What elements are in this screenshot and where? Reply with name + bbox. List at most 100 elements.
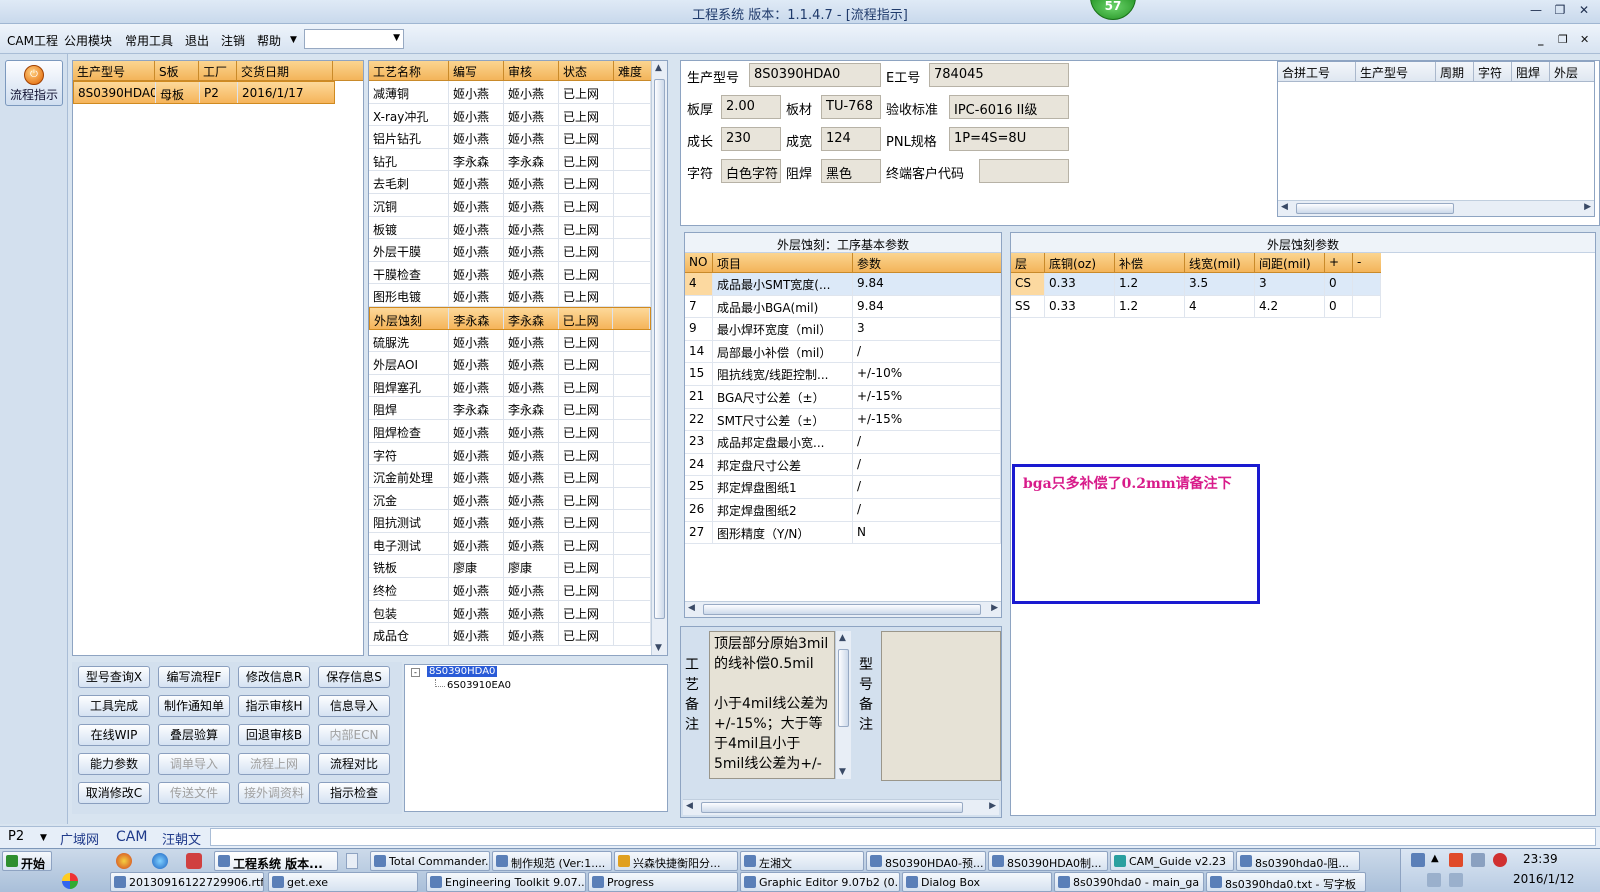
capability-button[interactable]: 能力参数 (78, 753, 150, 775)
table-row[interactable]: 21 BGA尺寸公差（±） +/-15% (685, 385, 1001, 409)
import-info-button[interactable]: 信息导入 (318, 695, 390, 717)
taskbar-item[interactable]: Graphic Editor 9.07b2 (0... (740, 872, 900, 892)
maximize-icon[interactable]: ❐ (1550, 3, 1570, 17)
taskbar-item[interactable]: 左湘文 (740, 851, 864, 871)
order-import-button[interactable]: 调单导入 (158, 753, 230, 775)
tree-child[interactable]: 6S03910EA0 (447, 680, 511, 691)
model-query-button[interactable]: 型号查询X (78, 666, 150, 688)
table-row[interactable]: X-ray冲孔 姬小燕 姬小燕 已上网 (369, 103, 651, 127)
table-row[interactable]: 沉金 姬小燕 姬小燕 已上网 (369, 487, 651, 511)
table-row[interactable]: 外层AOI 姬小燕 姬小燕 已上网 (369, 352, 651, 375)
process-note-text[interactable]: 顶层部分原始3mil的线补偿0.5mil 小于4mil线公差为+/-15%；大于… (709, 631, 835, 779)
tray-network-icon[interactable] (1471, 853, 1485, 867)
table-row[interactable]: 沉铜 姬小燕 姬小燕 已上网 (369, 193, 651, 217)
table-row[interactable]: 硫脲洗 姬小燕 姬小燕 已上网 (369, 329, 651, 353)
ie-icon[interactable] (152, 853, 168, 869)
soldermask-field[interactable]: 黑色 (821, 159, 881, 183)
table-row[interactable]: 阻焊塞孔 姬小燕 姬小燕 已上网 (369, 374, 651, 398)
table-row[interactable]: 沉金前处理 姬小燕 姬小燕 已上网 (369, 465, 651, 488)
taskbar-item[interactable]: 20130916122729906.rtf... (110, 872, 264, 892)
tray-app-icon[interactable] (1449, 853, 1463, 867)
notes-hscroll[interactable]: ◀ ▶ (683, 799, 999, 815)
table-row[interactable]: 25 邦定焊盘图纸1/ (685, 476, 1001, 499)
minimize-icon[interactable]: — (1526, 3, 1546, 17)
document-icon[interactable] (346, 853, 358, 869)
table-row[interactable]: CS 0.33 1.2 3.5 3 0 (1011, 273, 1381, 296)
table-row[interactable]: 成品仓 姬小燕 姬小燕 已上网 (369, 623, 651, 646)
process-scrollbar[interactable]: ▲ ▼ (651, 61, 667, 655)
table-row[interactable]: 外层蚀刻 李永森 李永森 已上网 (369, 306, 651, 330)
receive-data-button[interactable]: 接外调资料 (238, 782, 310, 804)
menu-help[interactable]: 帮助 (257, 32, 281, 49)
table-row[interactable]: 阻焊检查 姬小燕 姬小燕 已上网 (369, 419, 651, 443)
taskbar-item[interactable]: 8S0390HDA0制... (988, 851, 1108, 871)
browser-icon[interactable] (116, 853, 132, 869)
menu-logout[interactable]: 注销 (221, 32, 245, 49)
menu-cam[interactable]: CAM工程 (7, 32, 58, 49)
review-button[interactable]: 指示审核H (238, 695, 310, 717)
menu-exit[interactable]: 退出 (185, 32, 209, 49)
table-row[interactable]: 27 图形精度（Y/N） N (685, 521, 1001, 545)
table-row[interactable]: 干膜检查 姬小燕 姬小燕 已上网 (369, 261, 651, 285)
model-field[interactable]: 8S0390HDA0 (749, 63, 881, 87)
taskbar-item[interactable]: 制作规范 (Ver:1.... (492, 851, 612, 871)
table-row[interactable]: 减薄铜 姬小燕 姬小燕 已上网 (369, 81, 651, 104)
internal-ecn-button[interactable]: 内部ECN (318, 724, 390, 746)
taskbar-item[interactable]: CAM_Guide v2.23 (1110, 851, 1234, 871)
write-flow-button[interactable]: 编写流程F (158, 666, 230, 688)
basic-hscroll[interactable]: ◀ ▶ (685, 601, 1001, 617)
table-row[interactable]: 去毛刺 姬小燕 姬小燕 已上网 (369, 171, 651, 194)
table-row[interactable]: 图形电镀 姬小燕 姬小燕 已上网 (369, 284, 651, 307)
thickness-field[interactable]: 2.00 (721, 95, 781, 119)
taskbar-item[interactable]: 兴森快捷衡阳分... (614, 851, 738, 871)
width-field[interactable]: 124 (821, 127, 881, 151)
mdi-minimize-icon[interactable]: _ (1538, 33, 1544, 46)
table-row[interactable]: 阻抗测试 姬小燕 姬小燕 已上网 (369, 510, 651, 533)
wip-button[interactable]: 在线WIP (78, 724, 150, 746)
length-field[interactable]: 230 (721, 127, 781, 151)
table-row[interactable]: 板镀 姬小燕 姬小燕 已上网 (369, 216, 651, 240)
taskbar-item[interactable]: get.exe (268, 872, 418, 892)
start-button[interactable]: 开始 (2, 851, 52, 871)
merge-hscroll[interactable]: ◀ ▶ (1278, 200, 1594, 216)
table-row[interactable]: 23 成品邦定盘最小宽... / (685, 431, 1001, 454)
notice-button[interactable]: 制作通知单 (158, 695, 230, 717)
table-row[interactable]: SS 0.33 1.2 4 4.2 0 (1011, 295, 1381, 319)
save-info-button[interactable]: 保存信息S (318, 666, 390, 688)
table-row[interactable]: 铣板 廖康 廖康 已上网 (369, 555, 651, 579)
standard-field[interactable]: IPC-6016 II级 (949, 95, 1069, 119)
rollback-review-button[interactable]: 回退审核B (238, 724, 310, 746)
mdi-restore-icon[interactable]: ❐ (1558, 33, 1568, 46)
taskbar-item[interactable]: 8s0390hda0.txt - 写字板 (1206, 872, 1366, 892)
table-row[interactable]: 8S0390HDA0 母板 P2 2016/1/17 (73, 81, 335, 104)
table-row[interactable]: 9 最小焊环宽度（mil） 3 (685, 318, 1001, 341)
stack-check-button[interactable]: 叠层验算 (158, 724, 230, 746)
tray-expand-icon[interactable]: ▲ (1431, 853, 1439, 864)
taskbar-item[interactable]: Engineering Toolkit 9.07... (426, 872, 586, 892)
chevron-down-icon[interactable]: ▼ (40, 833, 47, 843)
taskbar-item[interactable]: Total Commander... (370, 851, 490, 871)
table-row[interactable]: 14 局部最小补偿（mil） / (685, 340, 1001, 364)
modify-info-button[interactable]: 修改信息R (238, 666, 310, 688)
menu-combo[interactable]: ▼ (304, 29, 404, 49)
table-row[interactable]: 22 SMT尺寸公差（±） +/-15% (685, 408, 1001, 432)
e-number-field[interactable]: 784045 (929, 63, 1069, 87)
tray-volume-icon[interactable] (1427, 873, 1441, 887)
tray-ime-icon[interactable] (1449, 873, 1463, 887)
table-row[interactable]: 24 邦定盘尺寸公差 / (685, 453, 1001, 477)
chevron-down-icon[interactable]: ▼ (290, 35, 297, 45)
table-row[interactable]: 阻焊 李永森 李永森 已上网 (369, 397, 651, 420)
flow-compare-button[interactable]: 流程对比 (318, 753, 390, 775)
send-file-button[interactable]: 传送文件 (158, 782, 230, 804)
tray-security-icon[interactable] (1493, 853, 1507, 867)
table-row[interactable]: 15 阻抗线宽/线距控制... +/-10% (685, 363, 1001, 386)
flow-indicator-button[interactable]: ⏻ 流程指示 (5, 60, 63, 106)
collapse-icon[interactable]: - (411, 668, 420, 677)
taskbar-item[interactable]: Dialog Box (902, 872, 1052, 892)
taskbar-item[interactable]: 8s0390hda0-阻... (1236, 851, 1360, 871)
cancel-modify-button[interactable]: 取消修改C (78, 782, 150, 804)
table-row[interactable]: 4 成品最小SMT宽度(... 9.84 (685, 273, 1001, 296)
menu-public[interactable]: 公用模块 (64, 32, 112, 49)
taskbar-item[interactable]: 8s0390hda0 - main_ga (1054, 872, 1204, 892)
close-icon[interactable]: ✕ (1574, 3, 1594, 17)
